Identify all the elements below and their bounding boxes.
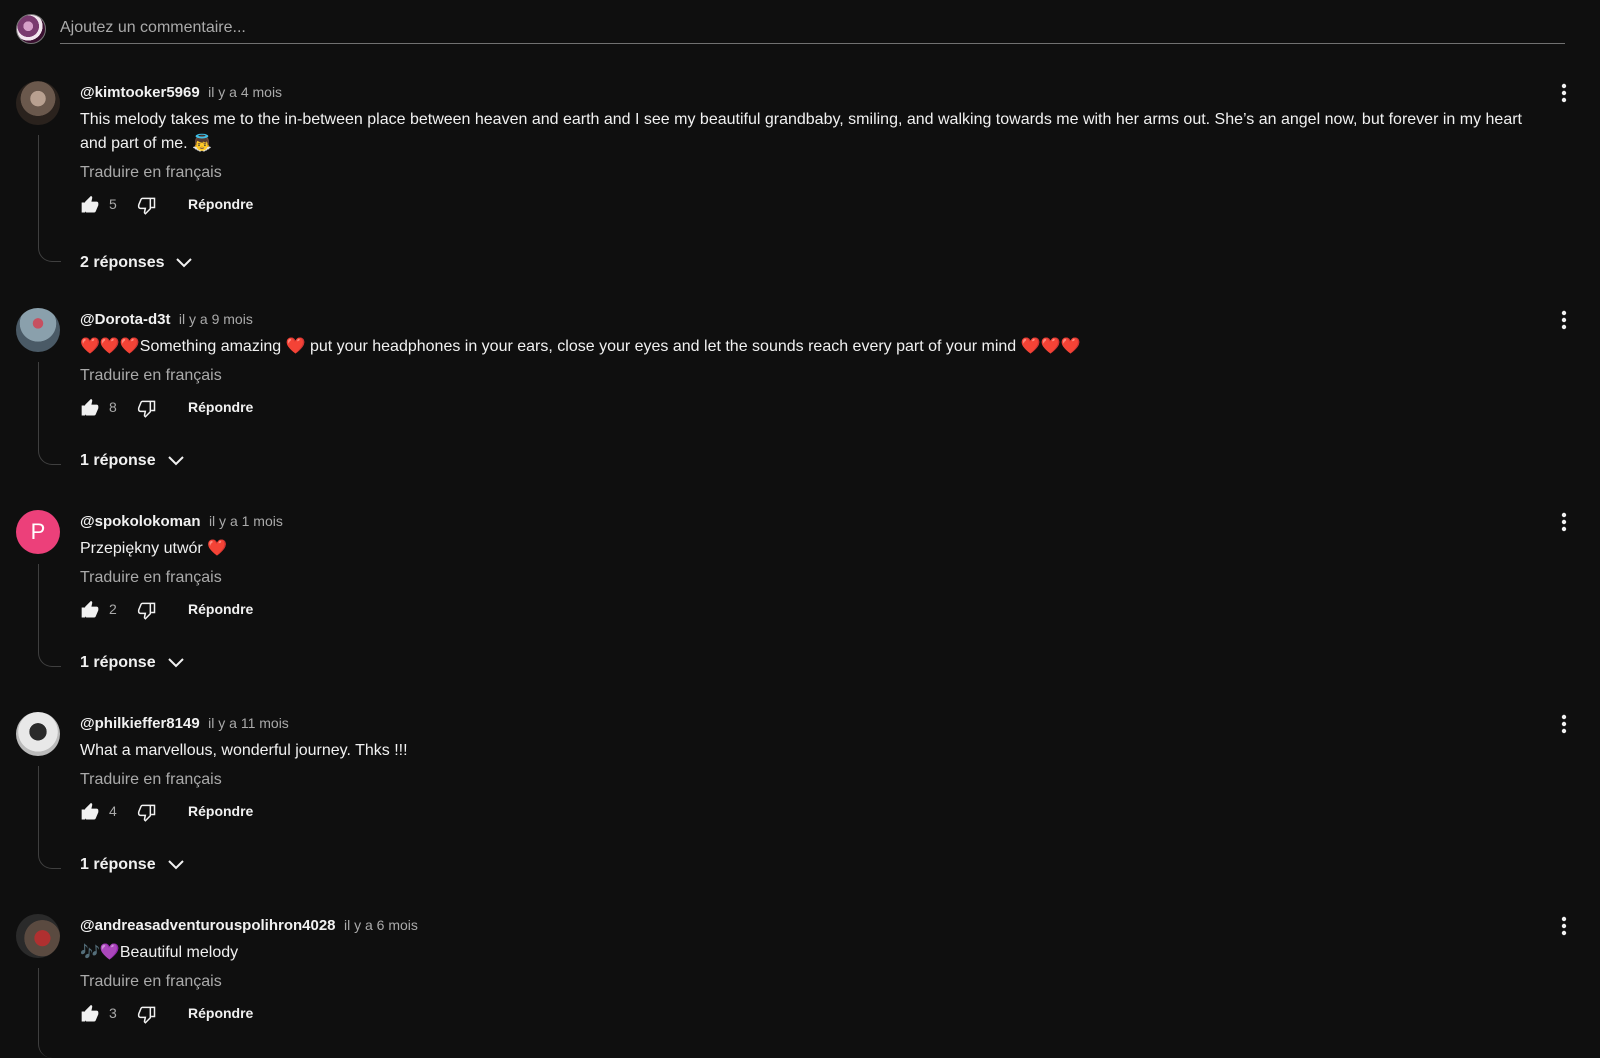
comment-text: ❤️❤️❤️Something amazing ❤️ put your head…: [80, 338, 1081, 355]
comment-actions: 5 Répondre: [80, 189, 1536, 221]
dislike-icon[interactable]: [137, 802, 157, 822]
like-icon[interactable]: [80, 1004, 100, 1024]
my-avatar: [16, 14, 46, 44]
chevron-down-icon: [167, 658, 184, 668]
comment-author[interactable]: @kimtooker5969: [80, 84, 200, 101]
like-icon[interactable]: [80, 802, 100, 822]
comment-actions: 2 Répondre: [80, 594, 1536, 626]
avatar-letter: P: [30, 519, 46, 544]
replies-count: 2 réponses: [80, 254, 165, 272]
reply-button[interactable]: Répondre: [188, 1005, 253, 1021]
comment-time[interactable]: il y a 9 mois: [179, 311, 253, 327]
translate-link[interactable]: Traduire en français: [80, 768, 1536, 792]
comment-text: Przepiękny utwór ❤️: [80, 540, 228, 557]
comment-thread: @philkieffer8149 il y a 11 mois What a m…: [16, 712, 1576, 892]
translate-link[interactable]: Traduire en français: [80, 161, 1536, 185]
replies-toggle[interactable]: 1 réponse: [80, 653, 186, 673]
comment-body: @andreasadventurouspolihron4028 il y a 6…: [80, 914, 1536, 1030]
comment-time[interactable]: il y a 4 mois: [208, 84, 282, 100]
comment-author[interactable]: @spokolokoman: [80, 513, 200, 530]
comment-author[interactable]: @Dorota-d3t: [80, 311, 170, 328]
comment-author[interactable]: @philkieffer8149: [80, 715, 200, 732]
like-icon[interactable]: [80, 600, 100, 620]
comment-thread: P @spokolokoman il y a 1 mois Przepiękny…: [16, 510, 1576, 690]
comment-text: This melody takes me to the in-between p…: [80, 111, 1522, 152]
dislike-icon[interactable]: [137, 1004, 157, 1024]
thread-line: [38, 766, 61, 869]
reply-button[interactable]: Répondre: [188, 803, 253, 819]
comment-author[interactable]: @andreasadventurouspolihron4028: [80, 917, 336, 934]
like-count: 4: [109, 803, 117, 819]
avatar[interactable]: [16, 81, 60, 125]
comment-body: @Dorota-d3t il y a 9 mois ❤️❤️❤️Somethin…: [80, 308, 1536, 424]
chevron-down-icon: [176, 258, 193, 268]
comment-time[interactable]: il y a 1 mois: [209, 513, 283, 529]
more-options-icon[interactable]: [1556, 510, 1572, 534]
reply-button[interactable]: Répondre: [188, 601, 253, 617]
avatar[interactable]: [16, 712, 60, 756]
more-options-icon[interactable]: [1556, 81, 1572, 105]
avatar[interactable]: P: [16, 510, 60, 554]
chevron-down-icon: [167, 456, 184, 466]
translate-link[interactable]: Traduire en français: [80, 566, 1536, 590]
avatar[interactable]: [16, 914, 60, 958]
thread-line: [38, 564, 61, 667]
avatar[interactable]: [16, 308, 60, 352]
reply-button[interactable]: Répondre: [188, 399, 253, 415]
replies-count: 1 réponse: [80, 452, 156, 470]
like-count: 5: [109, 196, 117, 212]
replies-toggle[interactable]: 1 réponse: [80, 451, 186, 471]
like-icon[interactable]: [80, 195, 100, 215]
replies-count: 1 réponse: [80, 856, 156, 874]
more-options-icon[interactable]: [1556, 308, 1572, 332]
comment-thread: @andreasadventurouspolihron4028 il y a 6…: [16, 914, 1576, 1058]
add-comment-row: [16, 12, 1566, 46]
comment-actions: 3 Répondre: [80, 998, 1536, 1030]
comment-actions: 4 Répondre: [80, 796, 1536, 828]
comment-time[interactable]: il y a 11 mois: [208, 715, 289, 731]
dislike-icon[interactable]: [137, 600, 157, 620]
reply-button[interactable]: Répondre: [188, 196, 253, 212]
dislike-icon[interactable]: [137, 195, 157, 215]
thread-line: [38, 135, 61, 262]
like-count: 2: [109, 601, 117, 617]
thread-line: [38, 362, 61, 465]
comment-time[interactable]: il y a 6 mois: [344, 917, 418, 933]
comment-body: @spokolokoman il y a 1 mois Przepiękny u…: [80, 510, 1536, 626]
comment-actions: 8 Répondre: [80, 392, 1536, 424]
dislike-icon[interactable]: [137, 398, 157, 418]
comment-thread: @kimtooker5969 il y a 4 mois This melody…: [16, 81, 1576, 281]
more-options-icon[interactable]: [1556, 712, 1572, 736]
replies-count: 1 réponse: [80, 654, 156, 672]
replies-toggle[interactable]: 2 réponses: [80, 253, 194, 273]
comment-body: @philkieffer8149 il y a 11 mois What a m…: [80, 712, 1536, 828]
comment-text: 🎶💜Beautiful melody: [80, 944, 239, 961]
chevron-down-icon: [167, 860, 184, 870]
like-icon[interactable]: [80, 398, 100, 418]
comment-body: @kimtooker5969 il y a 4 mois This melody…: [80, 81, 1536, 221]
translate-link[interactable]: Traduire en français: [80, 970, 1536, 994]
comment-text: What a marvellous, wonderful journey. Th…: [80, 742, 408, 759]
like-count: 8: [109, 399, 117, 415]
thread-line: [38, 968, 61, 1058]
comment-thread: @Dorota-d3t il y a 9 mois ❤️❤️❤️Somethin…: [16, 308, 1576, 488]
replies-toggle[interactable]: 1 réponse: [80, 855, 186, 875]
add-comment-input[interactable]: [60, 12, 1565, 44]
like-count: 3: [109, 1005, 117, 1021]
more-options-icon[interactable]: [1556, 914, 1572, 938]
translate-link[interactable]: Traduire en français: [80, 364, 1536, 388]
